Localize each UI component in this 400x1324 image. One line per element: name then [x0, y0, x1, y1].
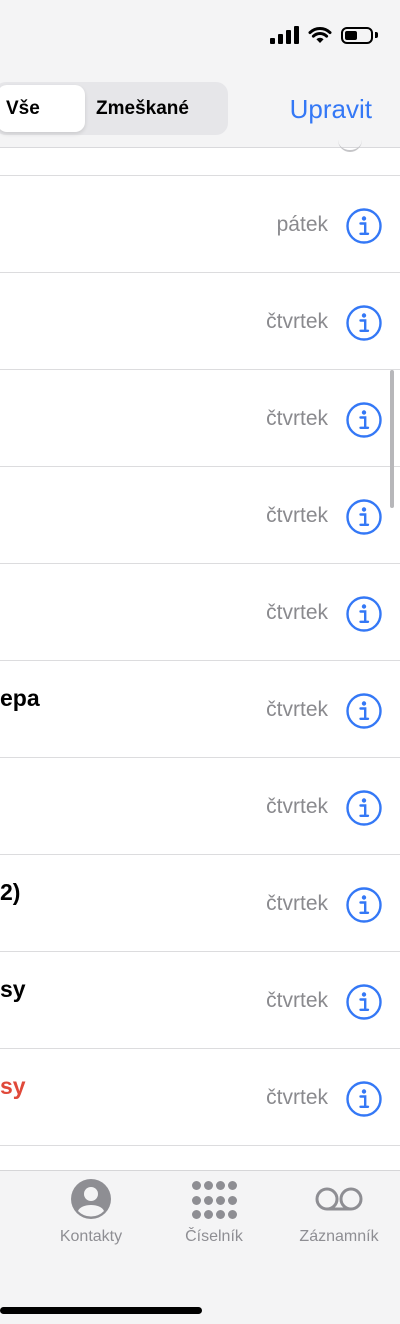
- status-icons: [270, 26, 378, 44]
- cellular-signal-icon: [270, 26, 299, 44]
- call-filter-segmented-control: Vše Zmeškané: [0, 82, 228, 135]
- tab-bar: Kontakty Číselník Záznamník: [0, 1170, 400, 1324]
- call-row[interactable]: sy čtvrtek: [0, 952, 400, 1049]
- call-row[interactable]: epa čtvrtek: [0, 661, 400, 758]
- call-row[interactable]: pátek: [0, 176, 400, 273]
- segment-all[interactable]: Vše: [0, 85, 85, 132]
- battery-icon: [341, 26, 378, 44]
- call-row-date: čtvrtek: [266, 1086, 328, 1109]
- voicemail-icon: [284, 1178, 394, 1222]
- partial-list-row: [0, 148, 400, 176]
- call-row[interactable]: čtvrtek: [0, 467, 400, 564]
- status-bar: [0, 0, 400, 72]
- info-icon[interactable]: [345, 886, 383, 924]
- scroll-indicator[interactable]: [390, 370, 394, 508]
- navigation-bar: Vše Zmeškané Upravit: [0, 72, 400, 148]
- call-row-date: čtvrtek: [266, 504, 328, 527]
- call-row-date: čtvrtek: [266, 795, 328, 818]
- call-row-title: epa: [0, 685, 40, 711]
- keypad-icon: [159, 1178, 269, 1222]
- segment-missed[interactable]: Zmeškané: [88, 85, 226, 132]
- tab-keypad-label: Číselník: [185, 1228, 243, 1245]
- wifi-icon: [308, 26, 332, 43]
- info-icon-partial: [338, 138, 362, 152]
- call-row[interactable]: čtvrtek: [0, 758, 400, 855]
- edit-button[interactable]: Upravit: [290, 94, 372, 125]
- call-row-title: sy: [0, 976, 26, 1002]
- call-row-title: 2): [0, 879, 21, 905]
- info-icon[interactable]: [345, 595, 383, 633]
- info-icon[interactable]: [345, 789, 383, 827]
- tab-voicemail-label: Záznamník: [299, 1228, 379, 1245]
- call-row-date: čtvrtek: [266, 698, 328, 721]
- info-icon[interactable]: [345, 498, 383, 536]
- call-row-date: čtvrtek: [266, 601, 328, 624]
- info-icon[interactable]: [345, 983, 383, 1021]
- home-indicator: [0, 1307, 202, 1314]
- info-icon[interactable]: [345, 1080, 383, 1118]
- call-row-date: čtvrtek: [266, 892, 328, 915]
- info-icon[interactable]: [345, 401, 383, 439]
- call-row[interactable]: čtvrtek: [0, 564, 400, 661]
- info-icon[interactable]: [345, 207, 383, 245]
- info-icon[interactable]: [345, 692, 383, 730]
- tab-contacts-label: Kontakty: [59, 1228, 123, 1245]
- call-row[interactable]: čtvrtek: [0, 273, 400, 370]
- call-row[interactable]: sy čtvrtek: [0, 1049, 400, 1146]
- info-icon[interactable]: [345, 304, 383, 342]
- call-row-date: čtvrtek: [266, 989, 328, 1012]
- call-row-date: pátek: [276, 213, 328, 236]
- call-row-date: čtvrtek: [266, 310, 328, 333]
- call-row-date: čtvrtek: [266, 407, 328, 430]
- call-row-title: sy: [0, 1073, 26, 1099]
- contact-person-icon: [36, 1178, 146, 1222]
- call-row[interactable]: čtvrtek: [0, 370, 400, 467]
- call-row[interactable]: 2) čtvrtek: [0, 855, 400, 952]
